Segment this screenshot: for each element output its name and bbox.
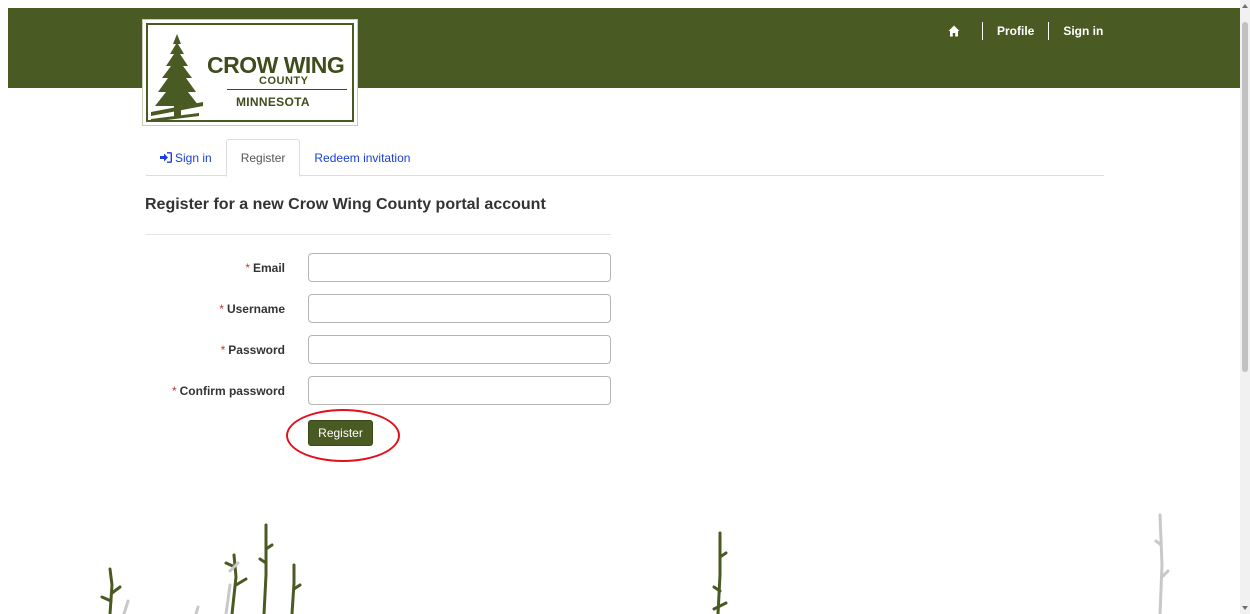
username-field[interactable] <box>308 294 611 323</box>
tab-sign-in-label: Sign in <box>175 150 212 165</box>
password-label: * Password <box>220 343 285 357</box>
tab-redeem-invitation[interactable]: Redeem invitation <box>300 139 424 176</box>
tab-sign-in[interactable]: Sign in <box>146 139 226 176</box>
county-logo[interactable]: CROW WING COUNTY MINNESOTA <box>142 19 358 126</box>
email-field[interactable] <box>308 253 611 282</box>
scroll-thumb[interactable] <box>1242 22 1248 372</box>
required-marker: * <box>245 261 250 275</box>
home-icon <box>948 25 960 37</box>
sign-in-link[interactable]: Sign in <box>1063 24 1103 38</box>
title-divider <box>145 234 611 235</box>
annotation-circle <box>286 409 400 462</box>
confirm-password-field[interactable] <box>308 376 611 405</box>
required-marker: * <box>219 302 224 316</box>
sign-in-icon <box>160 152 172 163</box>
required-marker: * <box>171 384 177 398</box>
home-link[interactable] <box>940 22 968 40</box>
username-label: * Username <box>219 302 285 316</box>
email-row: * Email <box>145 253 615 283</box>
top-navigation: Profile Sign in <box>940 22 1103 40</box>
tab-redeem-label: Redeem invitation <box>314 150 411 165</box>
logo-divider <box>227 89 347 90</box>
page-title: Register for a new Crow Wing County port… <box>145 196 546 213</box>
scroll-up-icon[interactable] <box>1242 4 1248 8</box>
email-label: * Email <box>245 261 285 275</box>
required-marker: * <box>220 343 226 357</box>
page-scrollbar[interactable] <box>1240 0 1250 614</box>
decorative-foliage <box>100 513 1170 614</box>
confirm-password-label: * Confirm password <box>171 384 285 398</box>
tab-register[interactable]: Register <box>225 139 301 177</box>
password-row: * Password <box>145 335 615 365</box>
auth-tabs: Sign in Register Redeem invitation <box>146 139 1104 177</box>
profile-link[interactable]: Profile <box>997 24 1034 38</box>
logo-line-2: COUNTY <box>259 75 309 87</box>
nav-separator <box>982 22 983 40</box>
username-row: * Username <box>145 294 615 324</box>
password-field[interactable] <box>308 335 611 364</box>
logo-line-3: MINNESOTA <box>236 95 310 109</box>
confirm-password-row: * Confirm password <box>145 376 615 406</box>
tab-register-label: Register <box>240 151 286 165</box>
scroll-down-icon[interactable] <box>1242 606 1248 610</box>
nav-separator <box>1048 22 1050 40</box>
